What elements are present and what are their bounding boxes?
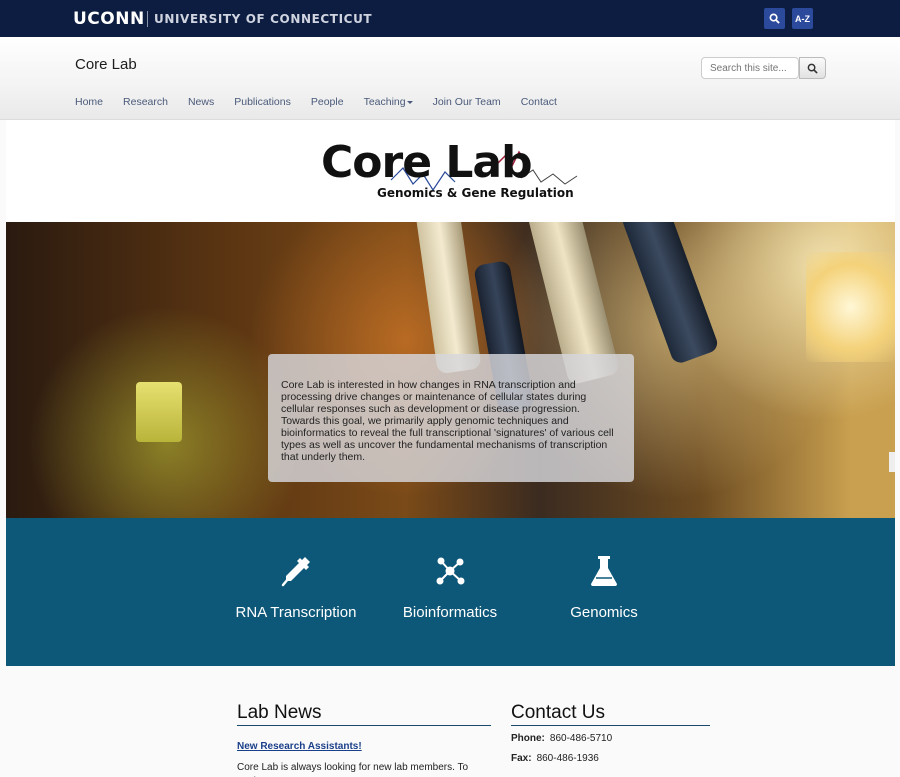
topic-label: RNA Transcription: [235, 604, 357, 621]
uconn-wordmark[interactable]: UCONN: [73, 9, 145, 29]
hero-photo-rack: [136, 382, 182, 442]
hero-photo-pipette: [620, 222, 720, 366]
university-banner: UCONN UNIVERSITY OF CONNECTICUT A-Z: [0, 0, 900, 37]
search-icon: [769, 13, 780, 24]
nav-home[interactable]: Home: [75, 96, 103, 108]
search-icon: [807, 63, 818, 74]
core-lab-logo[interactable]: Core Lab Genomics & Gene Regulation: [321, 138, 601, 208]
topic-rna-transcription[interactable]: RNA Transcription: [231, 554, 361, 621]
nav-publications[interactable]: Publications: [234, 96, 291, 108]
nav-people[interactable]: People: [311, 96, 344, 108]
a-z-index-button[interactable]: A-Z: [792, 8, 813, 29]
phone-value[interactable]: 860-486-5710: [550, 733, 612, 744]
contact-phone: Phone: 860-486-5710: [511, 733, 612, 744]
flask-icon: [591, 556, 617, 586]
contact-heading: Contact Us: [511, 702, 710, 726]
logo-subtitle: Genomics & Gene Regulation: [377, 186, 574, 200]
fax-label: Fax:: [511, 753, 532, 764]
network-icon: [436, 557, 465, 585]
news-item-link[interactable]: New Research Assistants!: [237, 741, 362, 752]
topic-genomics[interactable]: Genomics: [539, 554, 669, 621]
research-topics: RNA Transcription Bioinformatics Genomic…: [6, 518, 895, 666]
dropper-icon: [281, 557, 310, 587]
news-item-excerpt: Core Lab is always looking for new lab m…: [237, 762, 469, 777]
nav-research[interactable]: Research: [123, 96, 168, 108]
site-search-input[interactable]: [701, 57, 799, 79]
caret-down-icon: [406, 100, 413, 104]
nav-news[interactable]: News: [188, 96, 214, 108]
fax-value: 860-486-1936: [536, 753, 599, 764]
nav-teaching-label: Teaching: [363, 96, 406, 108]
logo-band: Core Lab Genomics & Gene Regulation: [6, 120, 895, 222]
site-title[interactable]: Core Lab: [75, 56, 137, 73]
university-name[interactable]: UNIVERSITY OF CONNECTICUT: [154, 12, 372, 26]
hero-description: Core Lab is interested in how changes in…: [268, 354, 634, 482]
carousel-edge[interactable]: [889, 452, 895, 472]
contact-fax: Fax: 860-486-1936: [511, 753, 599, 764]
phone-label: Phone:: [511, 733, 545, 744]
main-nav: Home Research News Publications People T…: [75, 96, 577, 108]
lab-news-heading: Lab News: [237, 702, 491, 726]
nav-contact[interactable]: Contact: [521, 96, 557, 108]
hero-banner: Core Lab is interested in how changes in…: [6, 222, 895, 518]
logo-main-text: Core Lab: [321, 137, 533, 188]
site-search-button[interactable]: [799, 57, 826, 79]
hero-photo-pipette: [414, 222, 482, 375]
topic-label: Genomics: [570, 604, 638, 621]
banner-divider: [147, 11, 148, 27]
banner-search-button[interactable]: [764, 8, 785, 29]
nav-teaching[interactable]: Teaching: [364, 96, 413, 108]
site-header: Core Lab Home Research News Publications…: [0, 37, 900, 120]
hero-photo-glow: [806, 252, 895, 362]
nav-join-our-team[interactable]: Join Our Team: [433, 96, 501, 108]
topic-label: Bioinformatics: [402, 604, 498, 621]
topic-bioinformatics[interactable]: Bioinformatics: [385, 554, 515, 621]
